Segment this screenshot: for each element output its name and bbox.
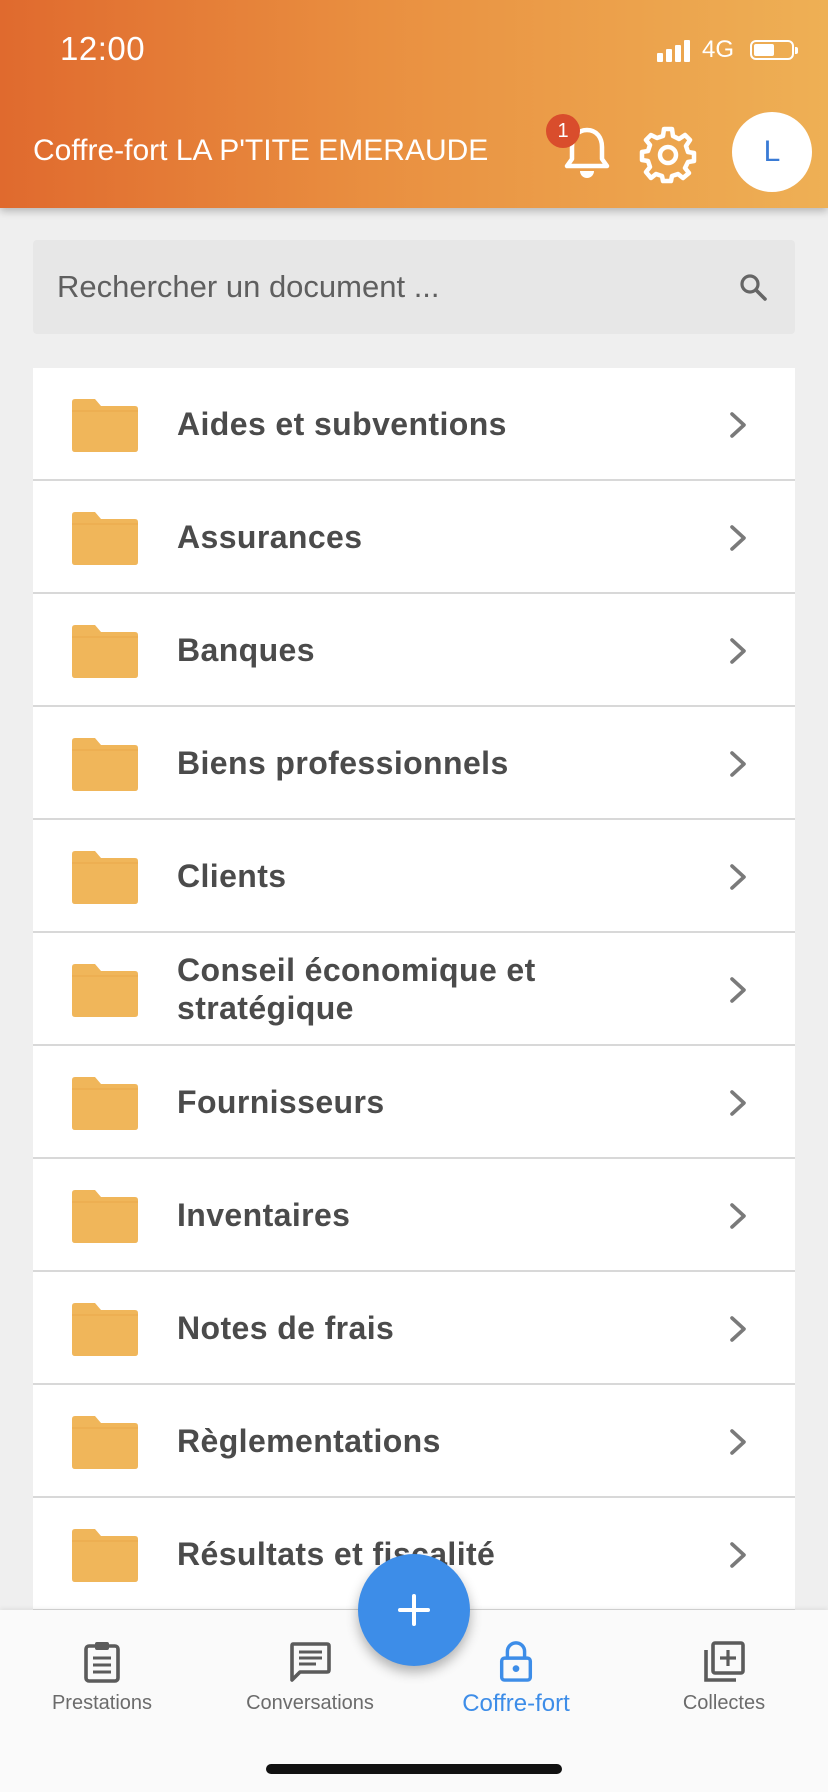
folder-row[interactable]: Conseil économique et stratégique [33, 933, 795, 1046]
folder-row[interactable]: Inventaires [33, 1159, 795, 1272]
chevron-right-icon [730, 1203, 746, 1229]
folder-row[interactable]: Clients [33, 820, 795, 933]
nav-label-conversations: Conversations [246, 1692, 374, 1714]
nav-label-prestations: Prestations [51, 1692, 153, 1714]
chevron-right-icon [730, 1090, 746, 1116]
status-time: 12:00 [60, 30, 146, 67]
status-indicators: 4G [656, 36, 798, 64]
folder-icon [72, 399, 138, 452]
search-input[interactable] [57, 269, 735, 305]
folder-list: Aides et subventions Assurances Banques [33, 368, 795, 1611]
folder-label: Banques [177, 631, 315, 668]
folder-label: Notes de frais [177, 1309, 395, 1346]
folder-row[interactable]: Notes de frais [33, 1272, 795, 1385]
folder-icon [72, 1077, 138, 1130]
folder-row[interactable]: Banques [33, 594, 795, 707]
search-icon[interactable] [735, 269, 771, 305]
add-document-button[interactable] [358, 1554, 470, 1666]
folder-row[interactable]: Règlementations [33, 1385, 795, 1498]
battery-level [754, 44, 774, 56]
gear-icon [639, 126, 697, 184]
nav-label-collectes: Collectes [682, 1692, 766, 1714]
chevron-right-icon [730, 525, 746, 551]
lock-icon [499, 1641, 533, 1682]
folder-row[interactable]: Aides et subventions [33, 368, 795, 481]
search-bar [33, 240, 795, 334]
folder-row[interactable]: Assurances [33, 481, 795, 594]
folder-label: Fournisseurs [177, 1083, 385, 1120]
chevron-right-icon [730, 1542, 746, 1568]
page-title: Coffre-fort LA P'TITE EMERAUDE [33, 134, 489, 167]
add-library-icon [704, 1641, 745, 1682]
folder-row[interactable]: Fournisseurs [33, 1046, 795, 1159]
settings-button[interactable] [638, 124, 698, 184]
chevron-right-icon [730, 412, 746, 438]
home-indicator [266, 1764, 562, 1774]
signal-icon [656, 38, 690, 62]
folder-label: Assurances [177, 518, 363, 555]
network-type: 4G [701, 36, 734, 63]
plus-icon [398, 1594, 430, 1626]
folder-icon [72, 1303, 138, 1356]
folder-label: Aides et subventions [177, 405, 507, 442]
battery-icon [750, 40, 798, 60]
folder-icon [72, 1190, 138, 1243]
folder-icon [72, 625, 138, 678]
chevron-right-icon [730, 1429, 746, 1455]
folder-icon [72, 1416, 138, 1469]
folder-icon [72, 1529, 138, 1582]
chevron-right-icon [730, 1316, 746, 1342]
nav-collectes[interactable]: Collectes [634, 1628, 814, 1718]
folder-icon [72, 964, 138, 1017]
avatar[interactable]: L [732, 112, 812, 192]
nav-label-coffre-fort: Coffre-fort [462, 1690, 570, 1717]
folder-label: Inventaires [177, 1196, 351, 1233]
chevron-right-icon [730, 977, 746, 1003]
notification-badge: 1 [546, 114, 580, 148]
folder-label: Clients [177, 857, 287, 894]
folder-label: Règlementations [177, 1422, 441, 1459]
folder-icon [72, 512, 138, 565]
message-icon [290, 1642, 331, 1682]
folder-label: Biens professionnels [177, 744, 509, 781]
chevron-right-icon [730, 638, 746, 664]
clipboard-icon [84, 1642, 120, 1683]
chevron-right-icon [730, 864, 746, 890]
folder-label: Conseil économique et stratégique [177, 951, 536, 1026]
nav-prestations[interactable]: Prestations [12, 1628, 192, 1718]
folder-icon [72, 738, 138, 791]
folder-row[interactable]: Biens professionnels [33, 707, 795, 820]
chevron-right-icon [730, 751, 746, 777]
folder-icon [72, 851, 138, 904]
app-header: 12:00 4G Coffre-fort LA P'TITE EMERAUDE … [0, 0, 828, 208]
